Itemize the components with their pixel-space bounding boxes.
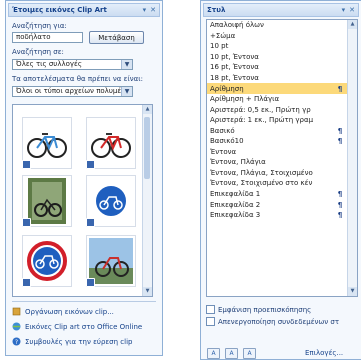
results-scrollbar[interactable]: ▲ ▼ [142,105,152,296]
style-list: Απαλοιφή όλων +Σώμα 10 pt 10 pt, Έντονα 16 p… [206,19,358,297]
divider [12,301,156,302]
style-item-label: +Σώμα [210,31,236,40]
style-item-label: Έντονα [210,147,237,156]
style-item[interactable]: Επικεφαλίδα 1 ¶ [207,189,357,200]
style-item-label: Αρίθμηση + Πλάγια [210,95,280,104]
svg-text:?: ? [15,339,18,346]
new-style-button[interactable]: A [207,348,220,359]
styles-title: Στυλ [207,6,226,14]
pane-options-icon[interactable]: ▾ [342,6,346,14]
style-item-label: Αριστερά: 0,5 εκ., Πρώτη γρ [210,105,311,114]
paragraph-mark-icon: ¶ [337,137,343,146]
style-item[interactable]: Απαλοιφή όλων [207,20,357,31]
style-item-label: 18 pt, Έντονα [210,74,259,82]
paragraph-mark-icon: ¶ [337,84,343,93]
organize-clips-link[interactable]: Οργάνωση εικόνων clip... [12,307,114,316]
styles-header: Στυλ ▾ ✕ [203,3,359,17]
clip-results: ▲ ▼ [12,104,153,297]
clip-thumbnail[interactable] [86,235,136,287]
organizer-icon [12,307,21,316]
style-item-label: Έντονα, Πλάγια [210,158,266,167]
style-item-label: Επικεφαλίδα 3 [210,211,261,220]
style-item[interactable]: +Σώμα [207,31,357,42]
style-item[interactable]: Έντονα, Στοιχισμένο στο κέν [207,178,357,189]
style-item-label: Έντονα, Στοιχισμένο στο κέν [210,179,313,188]
style-inspector-icon: A [229,350,234,357]
style-item[interactable]: Επικεφαλίδα 2 ¶ [207,199,357,210]
style-list-scrollbar[interactable]: ▲ ▼ [347,20,357,296]
style-item-label: Αρίθμηση [210,84,244,93]
style-inspector-button[interactable]: A [225,348,238,359]
scroll-up-icon[interactable]: ▲ [143,105,152,114]
disable-linked-checkbox[interactable]: Απενεργοποίηση συνδεδεμένων στ [206,317,339,326]
clip-thumbnail[interactable] [86,117,136,169]
go-button[interactable]: Μετάβαση [89,31,144,44]
style-item[interactable]: Έντονα, Πλάγια, Στοιχισμένο [207,168,357,179]
style-item[interactable]: 18 pt, Έντονα [207,73,357,84]
search-in-label: Αναζήτηση σε: [12,48,64,56]
style-item-label: 10 pt, Έντονα [210,52,259,61]
style-item-label: Αριστερά: 1 εκ., Πρώτη γραμ [210,116,314,125]
close-icon[interactable]: ✕ [150,6,156,14]
chevron-down-icon: ▼ [121,87,132,96]
style-item[interactable]: Βασικό10 ¶ [207,136,357,147]
style-item-label: Απαλοιφή όλων [210,21,264,30]
pane-options-icon[interactable]: ▾ [143,6,147,14]
clip-thumbnail[interactable] [86,175,136,227]
clip-thumbnail[interactable] [22,117,72,169]
clip-art-title: Έτοιμες εικόνες Clip Art [12,6,107,14]
style-item-label: Βασικό10 [210,137,244,146]
paragraph-mark-icon: ¶ [337,211,343,220]
checkbox-icon [206,317,215,326]
style-item-label: 16 pt, Έντονα [210,63,259,72]
finding-clips-tips-link[interactable]: ? Συμβουλές για την εύρεση clip [12,337,132,346]
search-label: Αναζήτηση για: [12,22,67,30]
search-in-value: Όλες τις συλλογές [16,60,82,68]
style-item[interactable]: Αριστερά: 1 εκ., Πρώτη γραμ [207,115,357,126]
chevron-down-icon: ▼ [121,60,132,69]
style-item[interactable]: 10 pt [207,41,357,52]
paragraph-mark-icon: ¶ [337,126,343,135]
paragraph-mark-icon: ¶ [337,200,343,209]
search-in-select[interactable]: Όλες τις συλλογές ▼ [12,59,133,70]
close-icon[interactable]: ✕ [349,6,355,14]
scroll-down-icon[interactable]: ▼ [348,287,357,296]
style-item-label: Επικεφαλίδα 1 [210,190,261,199]
style-item[interactable]: Έντονα, Πλάγια [207,157,357,168]
scroll-down-icon[interactable]: ▼ [143,287,152,296]
results-label: Τα αποτελέσματα θα πρέπει να είναι: [12,75,144,83]
help-icon: ? [12,337,21,346]
manage-styles-icon: A [247,350,252,357]
new-style-icon: A [211,350,216,357]
manage-styles-button[interactable]: A [243,348,256,359]
clip-thumbnail[interactable] [22,235,72,287]
styles-pane: Στυλ ▾ ✕ Απαλοιφή όλων +Σώμα 10 pt 10 pt, Έ… [200,0,361,360]
clip-art-pane: Έτοιμες εικόνες Clip Art ▾ ✕ Αναζήτηση γ… [5,0,163,356]
style-item[interactable]: Βασικό ¶ [207,125,357,136]
options-link[interactable]: Επιλογές... [305,349,343,357]
style-item-label: Βασικό [210,126,235,135]
style-item[interactable]: Αρίθμηση + Πλάγια [207,94,357,105]
clip-thumbnail[interactable] [22,175,72,227]
style-item[interactable]: Επικεφαλίδα 3 ¶ [207,210,357,221]
clip-art-header: Έτοιμες εικόνες Clip Art ▾ ✕ [8,3,160,17]
checkbox-icon [206,305,215,314]
scroll-up-icon[interactable]: ▲ [348,20,357,29]
style-item-label: Έντονα, Πλάγια, Στοιχισμένο [210,168,313,177]
style-item[interactable]: Αριστερά: 0,5 εκ., Πρώτη γρ [207,104,357,115]
style-item[interactable]: Έντονα [207,147,357,158]
paragraph-mark-icon: ¶ [337,190,343,199]
style-item-label: 10 pt [210,42,229,51]
style-item[interactable]: Αρίθμηση ¶ [207,83,357,94]
show-preview-checkbox[interactable]: Εμφάνιση προεπισκόπησης [206,305,311,314]
globe-icon [12,322,21,331]
results-type-select[interactable]: Όλοι οι τύποι αρχείων πολυμέσ ▼ [12,86,133,97]
style-item[interactable]: 10 pt, Έντονα [207,52,357,63]
clip-art-online-link[interactable]: Εικόνες Clip art στο Office Online [12,322,142,331]
style-item[interactable]: 16 pt, Έντονα [207,62,357,73]
results-type-value: Όλοι οι τύποι αρχείων πολυμέσ [16,87,126,95]
search-input[interactable]: ποδήλατο [12,32,83,43]
style-item-label: Επικεφαλίδα 2 [210,200,261,209]
